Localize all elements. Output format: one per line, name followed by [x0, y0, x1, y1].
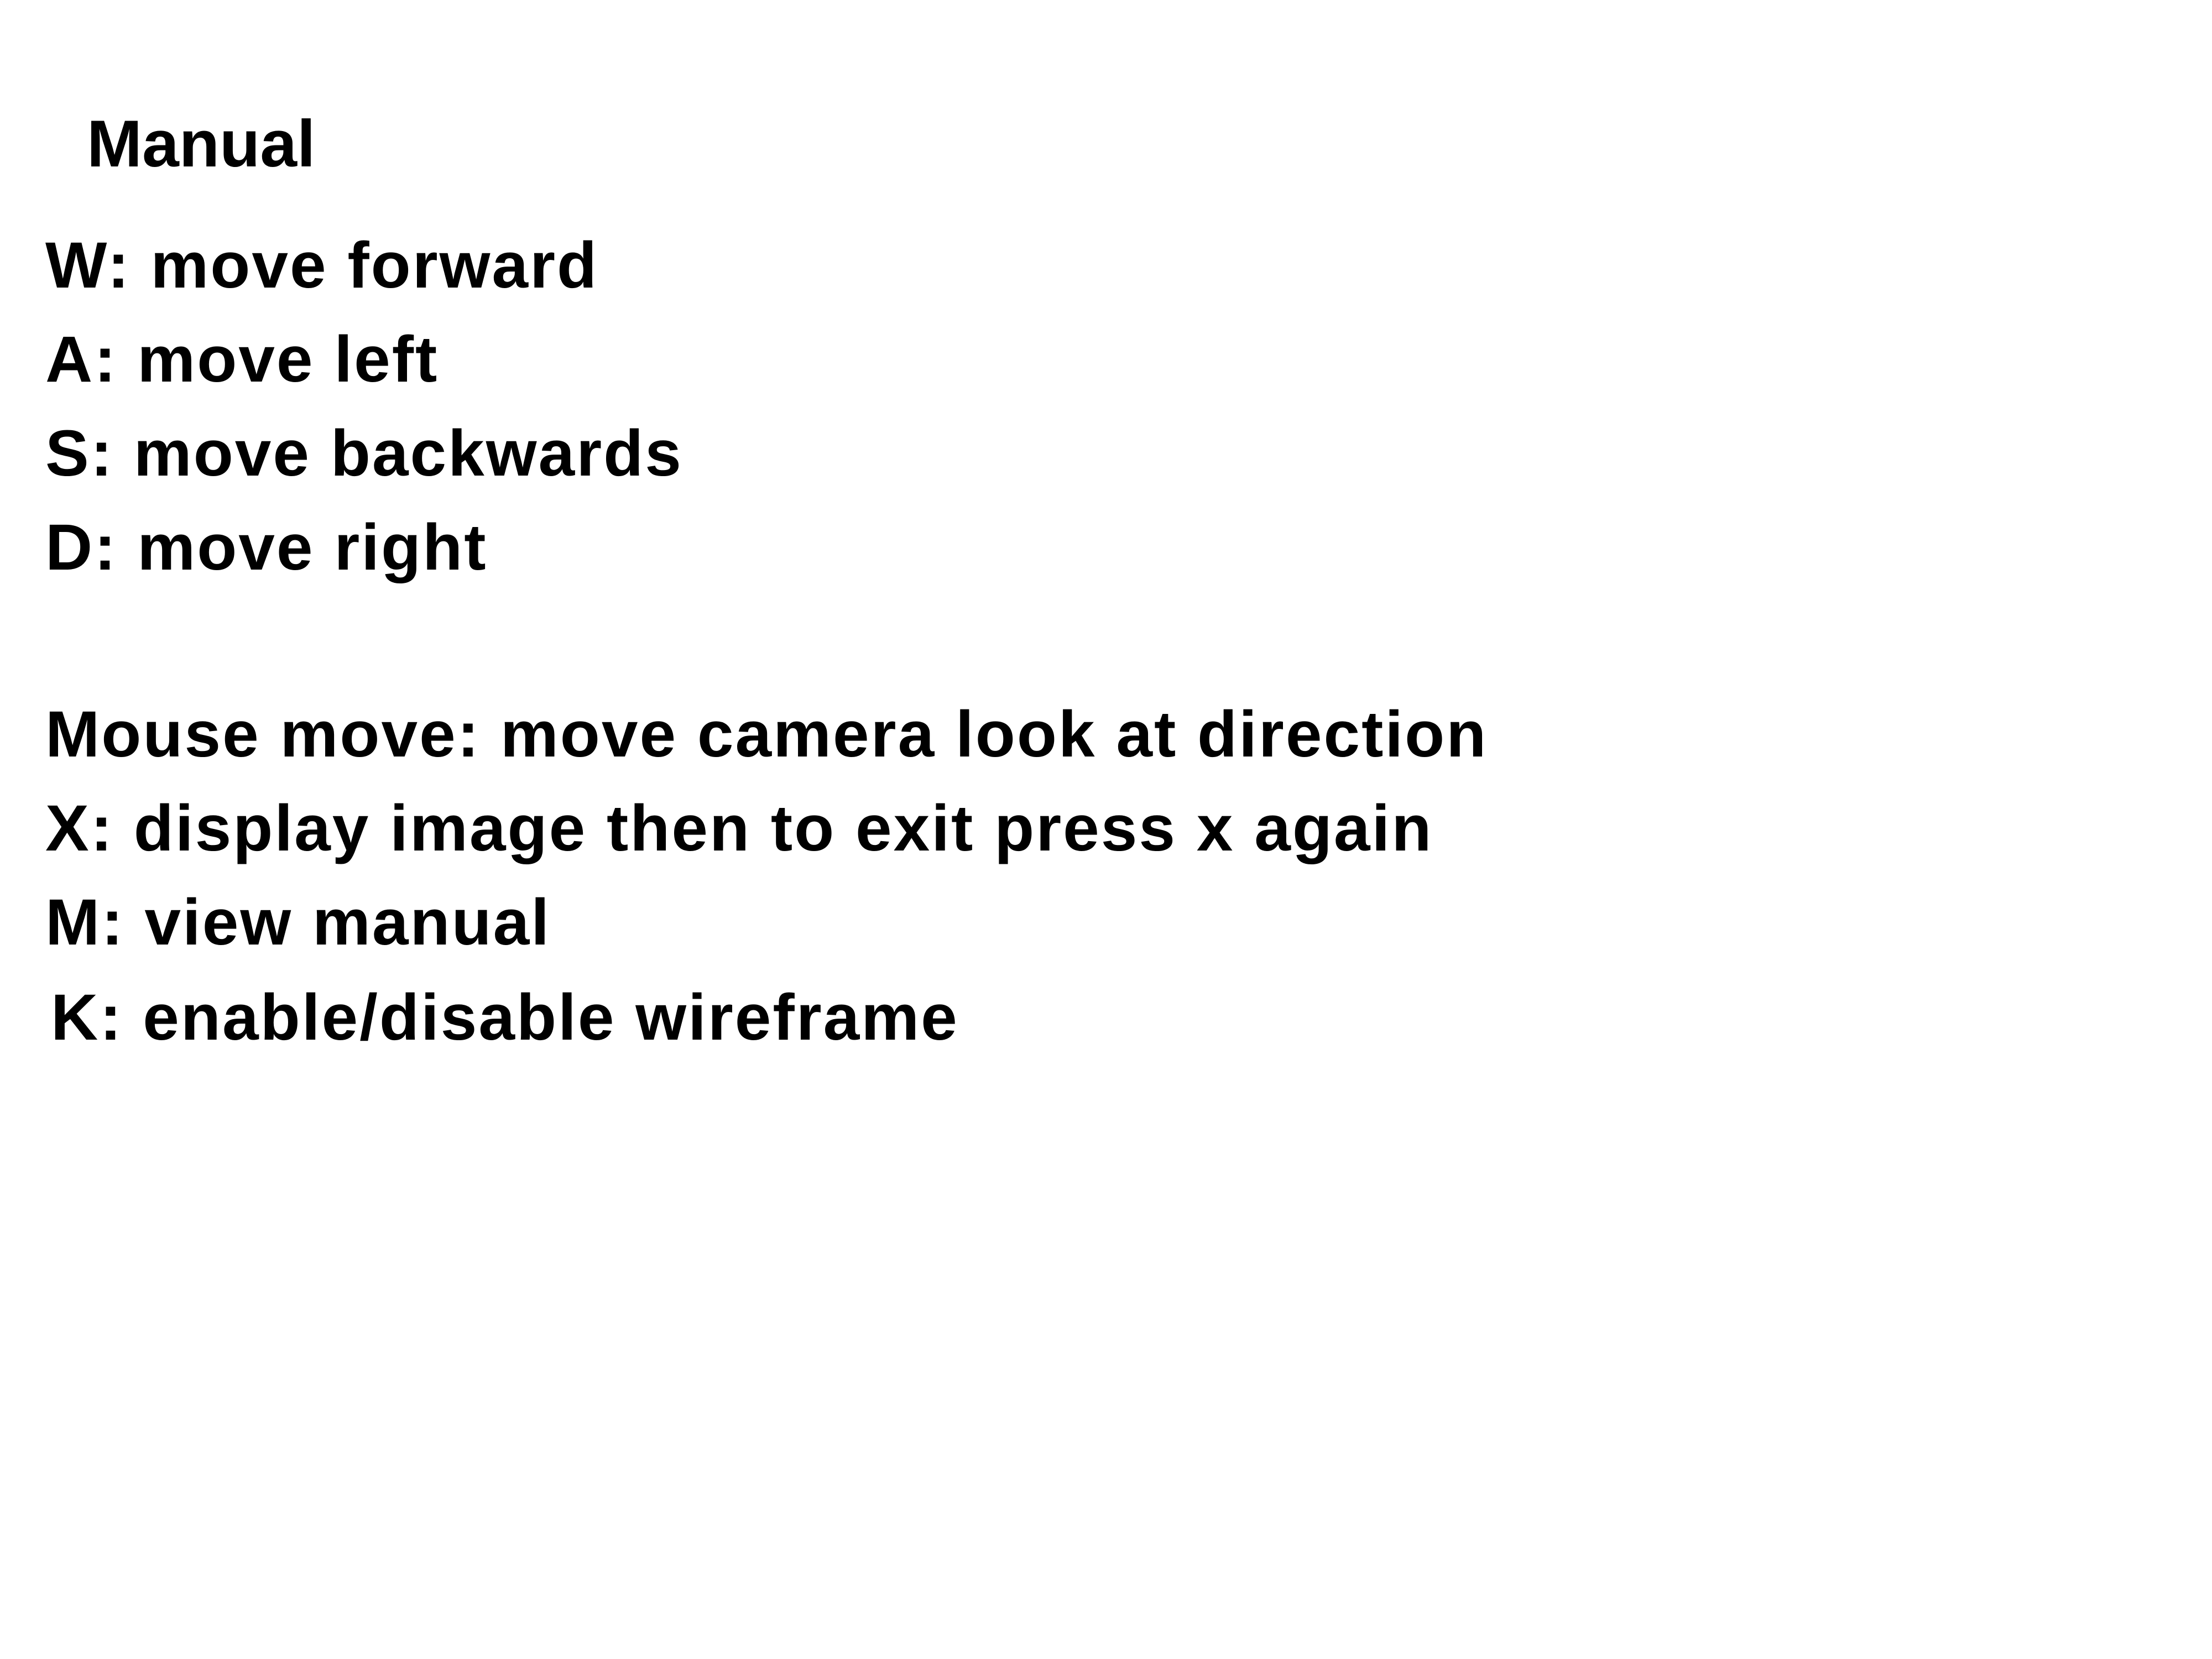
control-move-left: A: move left — [45, 323, 439, 396]
control-move-right: D: move right — [45, 511, 488, 584]
control-move-backwards: S: move backwards — [45, 417, 683, 490]
manual-title: Manual — [87, 107, 316, 181]
control-move-forward: W: move forward — [45, 229, 599, 302]
control-view-manual: M: view manual — [45, 886, 551, 959]
control-mouse-look: Mouse move: move camera look at directio… — [45, 698, 1488, 771]
manual-screen: Manual W: move forward A: move left S: m… — [0, 0, 2212, 1659]
control-display-image: X: display image then to exit press x ag… — [45, 792, 1433, 865]
control-toggle-wireframe: K: enable/disable wireframe — [51, 981, 959, 1054]
